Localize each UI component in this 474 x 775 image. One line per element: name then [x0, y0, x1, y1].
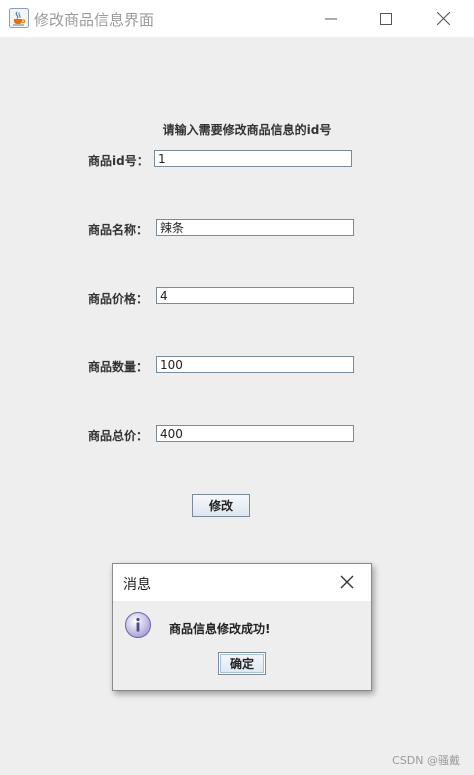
dialog-close-icon[interactable] — [339, 574, 355, 590]
name-label: 商品名称： — [88, 223, 149, 237]
maximize-icon — [380, 12, 392, 25]
info-icon — [125, 612, 151, 638]
ok-button[interactable]: 确定 — [218, 652, 266, 675]
maximize-button[interactable] — [363, 0, 409, 37]
minimize-icon — [325, 18, 337, 19]
id-input[interactable] — [154, 150, 352, 167]
price-input[interactable] — [156, 287, 354, 304]
java-coffee-cup-icon — [9, 8, 29, 28]
price-label: 商品价格： — [88, 292, 149, 306]
modify-button[interactable]: 修改 — [192, 494, 250, 517]
name-input[interactable] — [156, 219, 354, 236]
dialog-titlebar[interactable]: 消息 — [113, 564, 371, 601]
dialog-title: 消息 — [123, 577, 151, 593]
form-prompt: 请输入需要修改商品信息的id号 — [162, 123, 332, 137]
message-dialog: 消息 商品信息修改成功! 确定 — [112, 563, 372, 691]
window-titlebar[interactable]: 修改商品信息界面 — [0, 0, 474, 37]
window-title: 修改商品信息界面 — [34, 11, 155, 29]
quantity-label: 商品数量： — [88, 360, 149, 374]
id-label: 商品id号： — [88, 154, 149, 168]
quantity-input[interactable] — [156, 356, 354, 373]
minimize-button[interactable] — [308, 0, 354, 37]
total-input[interactable] — [156, 425, 354, 442]
dialog-message: 商品信息修改成功! — [169, 622, 271, 636]
close-button[interactable] — [420, 0, 466, 37]
total-label: 商品总价： — [88, 429, 149, 443]
close-icon — [436, 12, 450, 25]
watermark: CSDN @骚戴 — [392, 754, 460, 767]
